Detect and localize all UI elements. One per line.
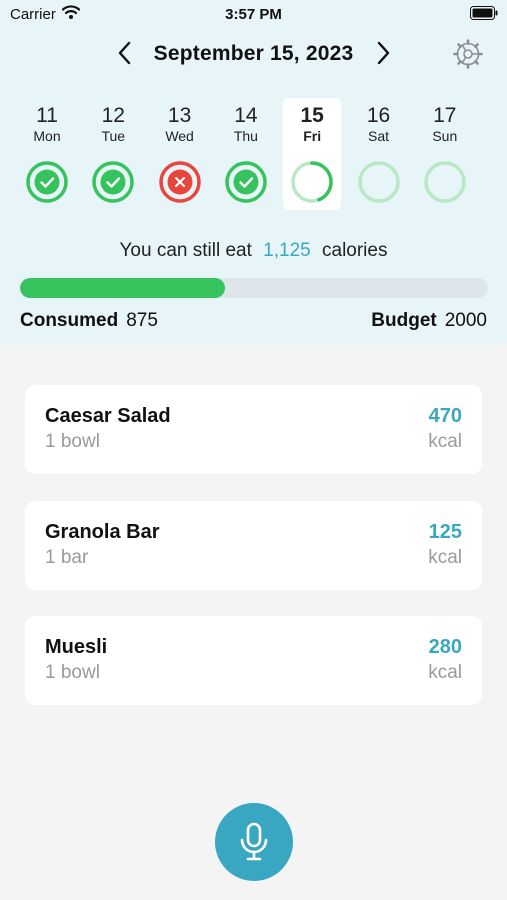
day-name: Thu [233, 128, 258, 144]
budget-value: 2000 [444, 310, 487, 331]
food-calories-unit: kcal [428, 431, 462, 452]
food-calories-unit: kcal [428, 547, 462, 568]
day-name: Sun [432, 128, 458, 144]
budget-summary: Budget 2000 [371, 310, 487, 332]
day-name: Fri [303, 128, 322, 144]
day-name: Mon [33, 128, 61, 144]
remaining-prefix: You can still eat [119, 240, 252, 261]
voice-input-button[interactable] [215, 803, 293, 881]
battery-icon [470, 6, 498, 20]
week-strip: 11 Mon 12 Tue 13 Wed 14 Thu 15 Fri 16 Sat 17 Sun [22, 98, 488, 210]
day-name: Tue [101, 128, 126, 144]
day-sun[interactable]: 17 Sun [416, 98, 474, 210]
date-navigation: September 15, 2023 [0, 36, 507, 70]
next-day-button[interactable] [370, 40, 396, 66]
food-name: Muesli [45, 636, 108, 658]
status-time: 3:57 PM [225, 6, 282, 23]
day-tue[interactable]: 12 Tue [84, 98, 142, 210]
day-thu[interactable]: 14 Thu [217, 98, 275, 210]
day-complete-icon [92, 161, 135, 203]
remaining-calories-text: You can still eat 1,125 calories [0, 240, 507, 262]
food-calories: 125 [428, 521, 462, 543]
day-complete-icon [225, 161, 267, 203]
consumed-label: Consumed [20, 310, 119, 331]
day-number: 12 [101, 104, 125, 127]
day-name: Wed [165, 128, 194, 144]
gear-icon[interactable] [452, 38, 484, 70]
day-number: 13 [167, 104, 192, 127]
day-mon[interactable]: 11 Mon [18, 98, 76, 210]
budget-label: Budget [371, 310, 437, 331]
consumed-value: 875 [126, 310, 158, 331]
date-title[interactable]: September 15, 2023 [0, 42, 507, 66]
chevron-right-icon [377, 41, 390, 65]
consumed-summary: Consumed 875 [20, 310, 158, 332]
food-calories: 470 [428, 405, 462, 427]
food-calories: 280 [428, 636, 462, 658]
food-name: Caesar Salad [45, 405, 171, 427]
food-name: Granola Bar [45, 521, 160, 543]
remaining-amount: 1,125 [263, 240, 311, 261]
remaining-suffix: calories [322, 240, 388, 261]
day-sat[interactable]: 16 Sat [350, 98, 408, 210]
food-calories-unit: kcal [428, 662, 462, 683]
food-card[interactable]: Muesli 1 bowl 280 kcal [25, 616, 482, 705]
food-card[interactable]: Granola Bar 1 bar 125 kcal [25, 501, 482, 590]
day-number: 17 [433, 104, 457, 127]
food-card[interactable]: Caesar Salad 1 bowl 470 kcal [25, 385, 482, 474]
day-number: 16 [366, 104, 391, 127]
day-name: Sat [367, 128, 389, 144]
food-quantity: 1 bowl [45, 431, 100, 452]
day-over-budget-icon [158, 161, 201, 203]
day-empty-ring [424, 161, 466, 203]
day-progress-ring [291, 161, 333, 203]
day-empty-ring [357, 161, 400, 203]
day-wed[interactable]: 13 Wed [151, 98, 209, 210]
calorie-progress-fill [20, 278, 225, 298]
calorie-progress-bar [20, 278, 488, 298]
microphone-icon [240, 822, 268, 861]
day-number: 14 [234, 104, 258, 127]
food-quantity: 1 bar [45, 547, 89, 568]
day-number: 15 [300, 104, 324, 127]
day-fri[interactable]: 15 Fri [283, 98, 342, 210]
day-number: 11 [36, 104, 58, 127]
food-quantity: 1 bowl [45, 662, 100, 683]
status-bar: Carrier 3:57 PM [0, 0, 507, 30]
day-complete-icon [26, 161, 68, 203]
